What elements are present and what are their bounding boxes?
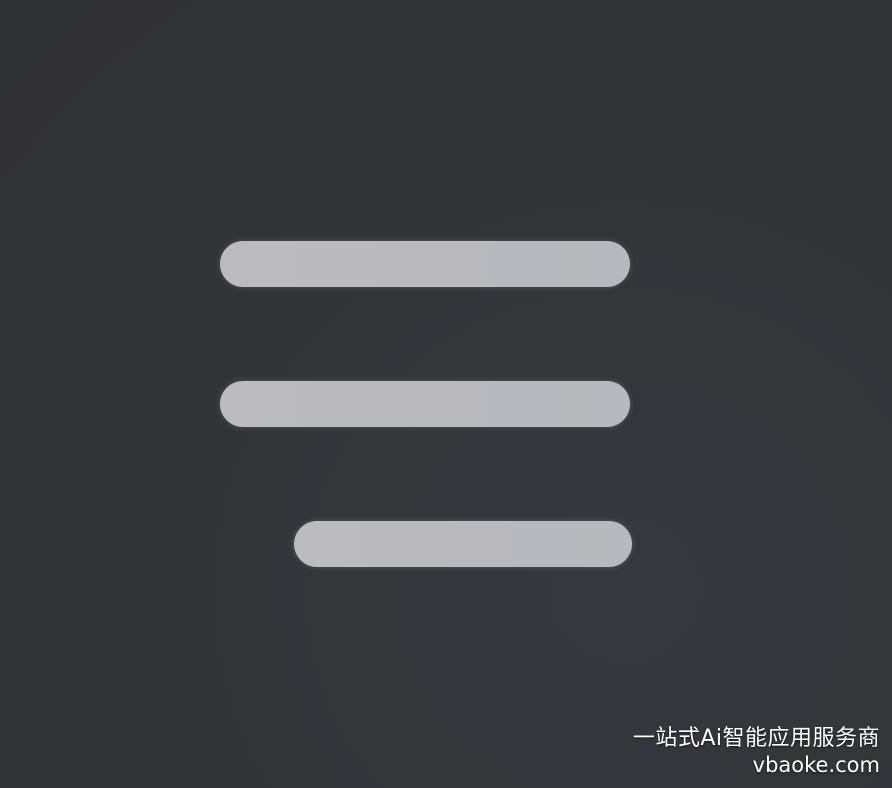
watermark-slogan: 一站式Ai智能应用服务商: [632, 726, 880, 752]
hamburger-menu-icon[interactable]: [0, 0, 892, 788]
menu-bar-bottom: [294, 521, 632, 567]
watermark-domain: vbaoke.com: [752, 752, 880, 777]
watermark: 一站式Ai智能应用服务商 vbaoke.com: [633, 726, 880, 778]
menu-bar-top: [220, 241, 630, 287]
menu-bar-middle: [220, 381, 630, 427]
screenshot-canvas: 一站式Ai智能应用服务商 vbaoke.com: [0, 0, 892, 788]
